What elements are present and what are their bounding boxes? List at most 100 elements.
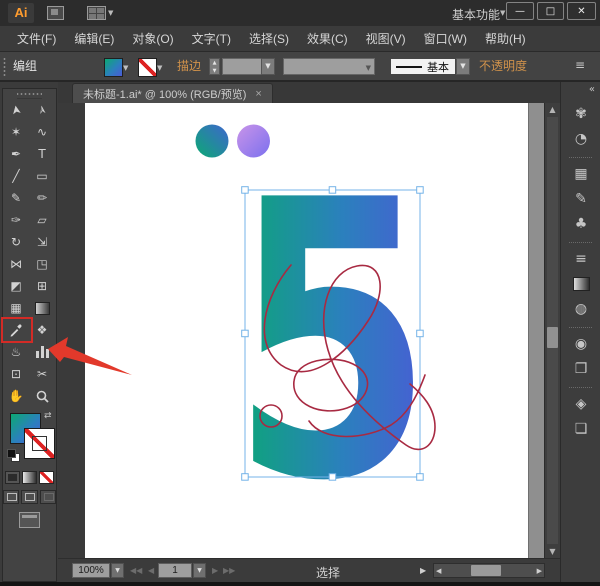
first-artboard-icon[interactable]: ◀◀ <box>130 566 142 575</box>
scale-tool[interactable]: ⇲ <box>29 231 55 253</box>
brush-definition-field[interactable]: 基本 <box>390 58 456 75</box>
handle-bottom-right[interactable] <box>417 474 424 481</box>
symbols-panel-button[interactable]: ♣ <box>569 212 593 236</box>
eraser-tool[interactable]: ▱ <box>29 209 55 231</box>
paintbrush-tool[interactable]: ✎ <box>3 187 29 209</box>
lasso-tool[interactable]: ∿ <box>29 121 55 143</box>
maximize-button[interactable]: □ <box>537 2 564 20</box>
free-transform-tool[interactable]: ◳ <box>29 253 55 275</box>
menu-file[interactable]: 文件(F) <box>8 26 65 52</box>
blob-brush-tool[interactable]: ✑ <box>3 209 29 231</box>
menu-edit[interactable]: 编辑(E) <box>65 26 123 52</box>
symbol-sprayer-tool[interactable]: ♨ <box>3 341 29 363</box>
menu-view[interactable]: 视图(V) <box>357 26 415 52</box>
none-mode-button[interactable] <box>39 471 54 484</box>
menu-type[interactable]: 文字(T) <box>183 26 240 52</box>
arrange-documents-icon[interactable] <box>87 6 106 20</box>
menu-window[interactable]: 窗口(W) <box>415 26 476 52</box>
pencil-tool[interactable]: ✏ <box>29 187 55 209</box>
scroll-up-icon[interactable]: ▲ <box>545 105 560 114</box>
menu-select[interactable]: 选择(S) <box>240 26 298 52</box>
draw-inside-button[interactable] <box>40 490 56 504</box>
stroke-panel-button[interactable]: ≡ <box>569 247 593 271</box>
color-panel-button[interactable]: ✾ <box>569 102 593 126</box>
stroke-swatch[interactable] <box>24 428 55 459</box>
stroke-weight-field[interactable] <box>222 58 262 75</box>
eyedropper-tool[interactable] <box>3 319 29 341</box>
brushes-panel-button[interactable]: ✎ <box>569 187 593 211</box>
menu-object[interactable]: 对象(O) <box>123 26 182 52</box>
color-guide-panel-button[interactable]: ◔ <box>569 127 593 151</box>
handle-mid-left[interactable] <box>242 330 249 337</box>
selection-tool[interactable]: ➤ <box>3 99 29 121</box>
graphic-styles-panel-button[interactable]: ❐ <box>569 357 593 381</box>
magic-wand-tool[interactable]: ✶ <box>3 121 29 143</box>
handle-top-left[interactable] <box>242 187 249 194</box>
arrange-documents-arrow-icon[interactable]: ▼ <box>108 9 113 17</box>
previous-artboard-icon[interactable]: ◀ <box>148 566 154 575</box>
dock-collapse-icon[interactable]: « <box>589 84 595 95</box>
handle-top-right[interactable] <box>417 187 424 194</box>
menu-help[interactable]: 帮助(H) <box>476 26 535 52</box>
handle-top-mid[interactable] <box>329 187 336 194</box>
width-tool[interactable]: ⋈ <box>3 253 29 275</box>
swap-fill-stroke-icon[interactable]: ⇄ <box>44 411 52 421</box>
gradient-tool[interactable] <box>29 297 55 319</box>
horizontal-scrollbar[interactable]: ◀ ▶ <box>433 563 545 578</box>
hand-tool[interactable]: ✋ <box>3 385 29 407</box>
color-mode-button[interactable] <box>5 471 20 484</box>
swatches-panel-button[interactable]: ▦ <box>569 162 593 186</box>
control-panel-options-icon[interactable]: ≡ <box>575 58 585 72</box>
pen-tool[interactable]: ✒ <box>3 143 29 165</box>
handle-bottom-left[interactable] <box>242 474 249 481</box>
stroke-weight-dropdown[interactable]: ▼ <box>261 58 275 75</box>
draw-normal-button[interactable] <box>3 490 19 504</box>
graph-tool[interactable] <box>29 341 55 363</box>
perspective-grid-tool[interactable]: ⊞ <box>29 275 55 297</box>
width-profile-arrow-icon[interactable]: ▼ <box>366 64 371 72</box>
artboard-dropdown-icon[interactable]: ▼ <box>193 563 206 578</box>
type-tool[interactable]: T <box>29 143 55 165</box>
layers-panel-button[interactable]: ◈ <box>569 392 593 416</box>
fill-dropdown-icon[interactable]: ▼ <box>123 64 128 72</box>
artboard-number-field[interactable]: 1 <box>158 563 192 578</box>
handle-mid-right[interactable] <box>417 330 424 337</box>
rectangle-tool[interactable]: ▭ <box>29 165 55 187</box>
stroke-dropdown-icon[interactable]: ▼ <box>157 64 162 72</box>
document-tab-close-icon[interactable]: × <box>255 88 261 100</box>
blend-tool[interactable]: ❖ <box>29 319 55 341</box>
artboard-tool[interactable]: ⊡ <box>3 363 29 385</box>
zoom-level-field[interactable]: 100% <box>72 563 110 578</box>
artboards-panel-button[interactable]: ❏ <box>569 417 593 441</box>
menu-effect[interactable]: 效果(C) <box>298 26 357 52</box>
gradient-circle-teal[interactable] <box>196 125 229 158</box>
horizontal-scrollbar-thumb[interactable] <box>471 565 501 576</box>
line-segment-tool[interactable]: ╱ <box>3 165 29 187</box>
slice-tool[interactable]: ✂ <box>29 363 55 385</box>
scroll-left-icon[interactable]: ◀ <box>436 567 441 575</box>
appearance-panel-button[interactable]: ◉ <box>569 332 593 356</box>
screen-mode-button[interactable] <box>19 512 40 528</box>
stroke-weight-stepper[interactable]: ▲▼ <box>209 58 220 75</box>
direct-selection-tool[interactable]: ➢ <box>29 99 55 121</box>
scroll-down-icon[interactable]: ▼ <box>545 547 560 556</box>
document-tab[interactable]: 未标题-1.ai* @ 100% (RGB/预览) × <box>72 83 273 103</box>
minimize-button[interactable]: — <box>506 2 534 20</box>
status-expand-icon[interactable]: ▶ <box>420 566 426 575</box>
shape-builder-tool[interactable]: ◩ <box>3 275 29 297</box>
zoom-tool[interactable] <box>29 385 55 407</box>
close-button[interactable]: ✕ <box>567 2 596 20</box>
tools-panel-grip[interactable] <box>17 89 42 99</box>
vertical-scrollbar[interactable]: ▲ ▼ <box>544 103 560 558</box>
default-fill-stroke-icon[interactable] <box>7 449 19 461</box>
scroll-right-icon[interactable]: ▶ <box>537 567 542 575</box>
stroke-color-swatch[interactable] <box>138 58 157 77</box>
zoom-dropdown-icon[interactable]: ▼ <box>111 563 124 578</box>
fill-color-swatch[interactable] <box>104 58 123 77</box>
draw-behind-button[interactable] <box>21 490 37 504</box>
handle-bottom-mid[interactable] <box>329 474 336 481</box>
next-artboard-icon[interactable]: ▶ <box>212 566 218 575</box>
opacity-panel-link[interactable]: 不透明度 <box>479 52 527 80</box>
workspace-arrow-icon[interactable]: ▼ <box>500 9 505 17</box>
gradient-mode-button[interactable] <box>22 471 37 484</box>
